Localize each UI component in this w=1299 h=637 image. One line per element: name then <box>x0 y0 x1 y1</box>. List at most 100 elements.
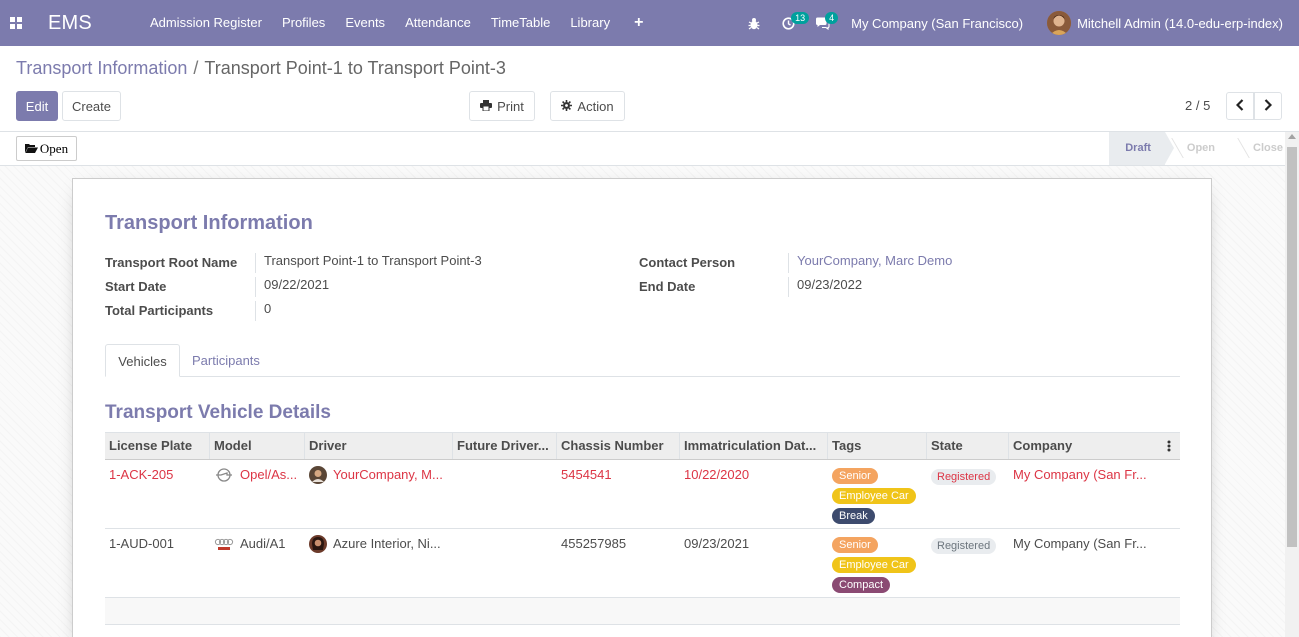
apps-menu-icon[interactable] <box>0 0 32 46</box>
vehicle-details-title: Transport Vehicle Details <box>105 402 331 423</box>
tab-vehicles[interactable]: Vehicles <box>105 344 180 377</box>
table-row[interactable]: 1-ACK-205 Opel/As... YourCompany, M... 5… <box>105 460 1180 529</box>
tag-badge: Employee Car <box>832 557 916 573</box>
breadcrumb-separator: / <box>193 58 199 78</box>
field-value-total-participants: 0 <box>255 301 595 321</box>
driver-avatar <box>309 535 327 553</box>
table-header: License Plate Model Driver Future Driver… <box>105 432 1180 460</box>
tag-badge: Employee Car <box>832 488 916 504</box>
action-button[interactable]: Action <box>550 91 625 121</box>
menu-admission-register[interactable]: Admission Register <box>140 0 272 46</box>
field-value-transport-root-name: Transport Point-1 to Transport Point-3 <box>255 253 595 273</box>
menu-profiles[interactable]: Profiles <box>272 0 335 46</box>
activity-clock-icon[interactable]: 13 <box>771 0 810 46</box>
vehicles-table: License Plate Model Driver Future Driver… <box>105 432 1180 625</box>
cell-model: Opel/As... <box>210 460 305 528</box>
field-label-total-participants: Total Participants <box>105 303 214 318</box>
field-label-transport-root-name: Transport Root Name <box>105 255 238 270</box>
cell-company: My Company (San Fr... <box>1013 467 1147 482</box>
scroll-up-arrow-icon[interactable] <box>1288 134 1296 139</box>
cell-model: Audi/A1 <box>210 529 305 597</box>
driver-avatar <box>309 466 327 484</box>
field-value-contact-person-link[interactable]: YourCompany, Marc Demo <box>788 253 1128 273</box>
column-model[interactable]: Model <box>210 433 305 459</box>
open-state-button[interactable]: Open <box>16 136 77 161</box>
column-future-driver[interactable]: Future Driver... <box>453 433 557 459</box>
cell-chassis-number: 455257985 <box>561 536 627 551</box>
edit-button[interactable]: Edit <box>16 91 58 121</box>
cell-license-plate: 1-AUD-001 <box>109 536 175 551</box>
breadcrumb-current: Transport Point-1 to Transport Point-3 <box>204 58 506 78</box>
scrollbar-thumb[interactable] <box>1287 147 1297 547</box>
page-scrollbar[interactable] <box>1285 132 1299 637</box>
column-driver[interactable]: Driver <box>305 433 453 459</box>
pager-previous-button[interactable] <box>1226 92 1254 120</box>
print-icon <box>480 99 493 114</box>
tag-badge: Senior <box>832 537 878 553</box>
empty-table-row <box>105 598 1180 625</box>
cell-chassis-number: 5454541 <box>561 467 612 482</box>
driver-name: YourCompany, M... <box>333 467 443 482</box>
column-immatriculation-date[interactable]: Immatriculation Dat... <box>680 433 828 459</box>
tab-participants[interactable]: Participants <box>180 344 272 377</box>
cell-immatriculation-date: 09/23/2021 <box>684 536 750 551</box>
pager-next-button[interactable] <box>1254 92 1282 120</box>
column-chassis-number[interactable]: Chassis Number <box>557 433 680 459</box>
app-brand[interactable]: EMS <box>48 12 92 35</box>
table-row[interactable]: 1-AUD-001 Audi/A1 Azure Interior, Ni... … <box>105 529 1180 598</box>
print-button-label: Print <box>497 98 524 114</box>
menu-library[interactable]: Library <box>560 0 620 46</box>
menu-timetable[interactable]: TimeTable <box>481 0 560 46</box>
column-tags[interactable]: Tags <box>828 433 927 459</box>
message-count-badge: 4 <box>825 12 839 24</box>
column-state[interactable]: State <box>927 433 1009 459</box>
breadcrumb-parent-link[interactable]: Transport Information <box>16 58 187 79</box>
create-button-label: Create <box>71 98 112 114</box>
print-button[interactable]: Print <box>469 91 535 121</box>
field-label-start-date: Start Date <box>105 279 167 294</box>
model-name: Audi/A1 <box>240 536 286 551</box>
form-statusbar: Open Draft Open Close <box>0 132 1299 166</box>
stage-open[interactable]: Open <box>1165 132 1231 165</box>
menu-events[interactable]: Events <box>335 0 395 46</box>
cell-company: My Company (San Fr... <box>1013 536 1147 551</box>
company-switcher[interactable]: My Company (San Francisco) <box>839 16 1035 31</box>
cell-future-driver <box>453 460 557 528</box>
messages-comments-icon[interactable]: 4 <box>805 0 839 46</box>
cell-driver: Azure Interior, Ni... <box>305 529 453 597</box>
menu-more-plus-icon[interactable]: + <box>620 0 657 46</box>
stage-draft[interactable]: Draft <box>1109 132 1174 165</box>
cell-tags: Senior Employee Car Compact <box>828 529 927 597</box>
cell-driver: YourCompany, M... <box>305 460 453 528</box>
folder-open-icon <box>24 141 38 157</box>
form-title: Transport Information <box>105 212 313 234</box>
state-badge: Registered <box>931 538 997 554</box>
form-sheet: Transport Information Transport Root Nam… <box>72 178 1212 637</box>
cell-immatriculation-date: 10/22/2020 <box>684 467 750 482</box>
stage-pipeline: Draft Open Close <box>1109 132 1283 165</box>
cell-state: Registered <box>927 529 1009 597</box>
open-button-label: Open <box>39 140 69 156</box>
tag-badge: Compact <box>832 577 891 593</box>
tag-badge: Senior <box>832 468 878 484</box>
user-menu[interactable]: Mitchell Admin (14.0-edu-erp-index) <box>1035 11 1299 35</box>
stage-close[interactable]: Close <box>1231 132 1283 165</box>
model-name: Opel/As... <box>240 467 298 482</box>
field-label-contact-person: Contact Person <box>639 255 736 270</box>
optional-columns-kebab-icon[interactable] <box>1157 433 1180 459</box>
menu-attendance[interactable]: Attendance <box>395 0 481 46</box>
field-label-end-date: End Date <box>639 279 696 294</box>
column-company[interactable]: Company <box>1009 433 1157 459</box>
column-license-plate[interactable]: License Plate <box>105 433 210 459</box>
chevron-right-icon <box>1264 98 1273 114</box>
notebook-tabs: Vehicles Participants <box>105 344 1180 377</box>
create-button[interactable]: Create <box>62 91 121 121</box>
pager-value[interactable]: 2 / 5 <box>1185 98 1210 113</box>
cell-future-driver <box>453 529 557 597</box>
state-badge: Registered <box>931 469 997 485</box>
debug-bug-icon[interactable] <box>737 0 771 46</box>
field-value-start-date: 09/22/2021 <box>255 277 595 297</box>
tag-badge: Break <box>832 508 875 524</box>
driver-name: Azure Interior, Ni... <box>333 536 441 551</box>
field-value-end-date: 09/23/2022 <box>788 277 1128 297</box>
